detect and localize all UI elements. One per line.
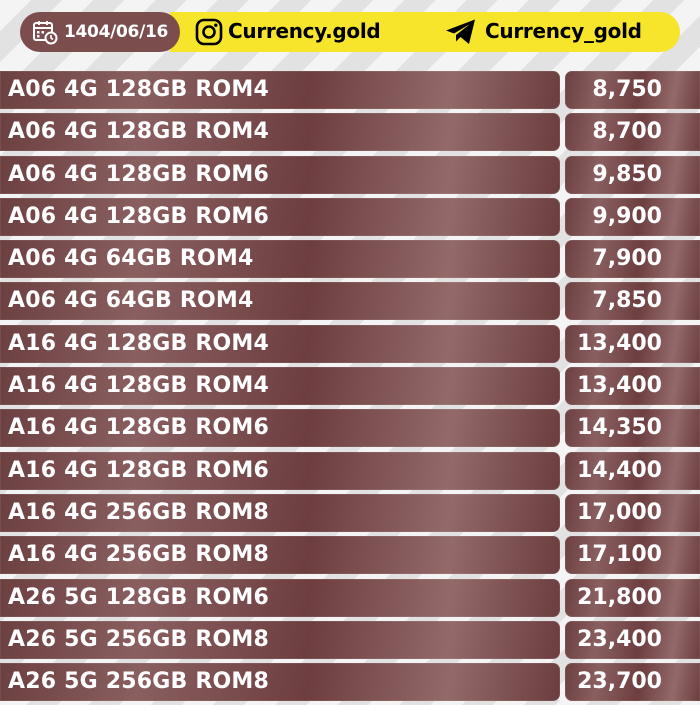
social-bar: Currency.gold Currency_gold — [170, 12, 680, 52]
price-row: A16 4G 256GB ROM8 17,000 — [0, 493, 700, 532]
instagram-handle[interactable]: Currency.gold — [228, 19, 381, 43]
price-list: A06 4G 128GB ROM4 8,750 A06 4G 128GB ROM… — [0, 71, 700, 705]
price-value: 13,400 — [565, 367, 700, 406]
price-value: 14,350 — [565, 409, 700, 448]
price-value: 14,400 — [565, 451, 700, 490]
model-name: A26 5G 256GB ROM8 — [0, 663, 560, 702]
price-value: 17,000 — [565, 493, 700, 532]
price-value: 9,900 — [565, 197, 700, 236]
price-row: A06 4G 128GB ROM4 8,700 — [0, 113, 700, 152]
price-value: 7,900 — [565, 240, 700, 279]
model-name: A16 4G 128GB ROM4 — [0, 324, 560, 363]
header: 1404/06/16 Currency.gold Currency_gold — [20, 12, 680, 52]
price-value: 17,100 — [565, 536, 700, 575]
price-value: 23,400 — [565, 620, 700, 659]
price-row: A16 4G 128GB ROM4 13,400 — [0, 324, 700, 363]
date-badge: 1404/06/16 — [20, 12, 180, 52]
model-name: A16 4G 128GB ROM6 — [0, 451, 560, 490]
price-row: A26 5G 256GB ROM8 23,400 — [0, 620, 700, 659]
price-row: A06 4G 128GB ROM6 9,900 — [0, 197, 700, 236]
price-value: 23,700 — [565, 663, 700, 702]
telegram-icon[interactable] — [445, 18, 477, 46]
model-name: A16 4G 256GB ROM8 — [0, 536, 560, 575]
price-row: A06 4G 64GB ROM4 7,900 — [0, 240, 700, 279]
model-name: A26 5G 128GB ROM6 — [0, 578, 560, 617]
price-row: A26 5G 256GB ROM8 23,700 — [0, 663, 700, 702]
model-name: A06 4G 128GB ROM6 — [0, 155, 560, 194]
price-row: A06 4G 128GB ROM4 8,750 — [0, 71, 700, 109]
price-row: A16 4G 128GB ROM4 13,400 — [0, 367, 700, 406]
price-row: A16 4G 128GB ROM6 14,350 — [0, 409, 700, 448]
model-name: A06 4G 128GB ROM6 — [0, 197, 560, 236]
price-value: 13,400 — [565, 324, 700, 363]
price-row: A16 4G 256GB ROM8 17,100 — [0, 536, 700, 575]
model-name: A16 4G 256GB ROM8 — [0, 493, 560, 532]
model-name: A16 4G 128GB ROM4 — [0, 367, 560, 406]
price-value: 7,850 — [565, 282, 700, 321]
price-value: 21,800 — [565, 578, 700, 617]
price-value: 8,700 — [565, 113, 700, 152]
price-row: A16 4G 128GB ROM6 14,400 — [0, 451, 700, 490]
price-value: 9,850 — [565, 155, 700, 194]
model-name: A06 4G 64GB ROM4 — [0, 282, 560, 321]
price-row: A06 4G 128GB ROM6 9,850 — [0, 155, 700, 194]
date-text: 1404/06/16 — [64, 22, 169, 42]
price-row: A06 4G 64GB ROM4 7,850 — [0, 282, 700, 321]
model-name: A06 4G 128GB ROM4 — [0, 71, 560, 109]
calendar-clock-icon — [33, 21, 58, 45]
price-value: 8,750 — [565, 71, 700, 109]
model-name: A06 4G 64GB ROM4 — [0, 240, 560, 279]
model-name: A06 4G 128GB ROM4 — [0, 113, 560, 152]
price-row: A26 5G 128GB ROM6 21,800 — [0, 578, 700, 617]
model-name: A16 4G 128GB ROM6 — [0, 409, 560, 448]
telegram-handle[interactable]: Currency_gold — [485, 19, 642, 43]
model-name: A26 5G 256GB ROM8 — [0, 620, 560, 659]
instagram-icon[interactable] — [195, 18, 223, 46]
